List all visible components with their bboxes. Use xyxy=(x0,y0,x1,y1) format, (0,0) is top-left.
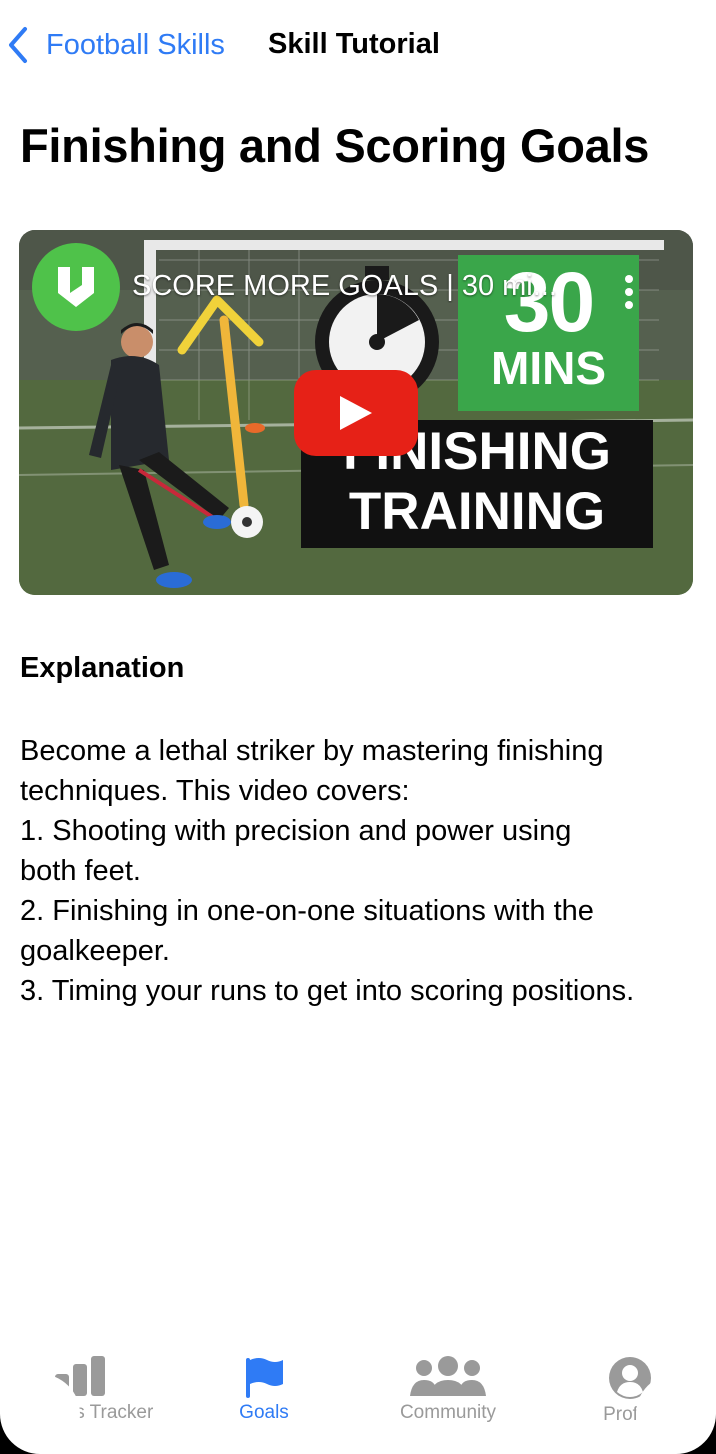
video-player[interactable]: 30 MINS FINISHING TRAINING SCORE MORE GO… xyxy=(19,230,693,595)
tab-goals[interactable]: Goals xyxy=(214,1340,314,1424)
channel-avatar[interactable] xyxy=(32,243,120,331)
more-options-icon[interactable] xyxy=(623,274,635,310)
explanation-heading: Explanation xyxy=(20,652,185,684)
explanation-line: goalkeeper. xyxy=(20,935,170,967)
device-corner-right xyxy=(636,1374,716,1454)
play-button[interactable] xyxy=(294,370,418,456)
explanation-text: Become a lethal striker by mastering fin… xyxy=(20,731,700,1011)
channel-logo-icon xyxy=(58,267,94,307)
page-title: Finishing and Scoring Goals xyxy=(20,119,650,172)
explanation-line: techniques. This video covers: xyxy=(20,775,410,807)
video-title[interactable]: SCORE MORE GOALS | 30 mi... xyxy=(132,270,574,303)
thumbnail-line-2: TRAINING xyxy=(348,482,606,541)
nav-title: Skill Tutorial xyxy=(268,28,440,60)
back-button-label: Football Skills xyxy=(46,28,225,61)
play-icon xyxy=(340,396,372,430)
back-button[interactable]: Football Skills xyxy=(6,26,225,64)
thumbnail-unit: MINS xyxy=(491,342,606,394)
device-corner-left xyxy=(0,1374,80,1454)
explanation-line: 1. Shooting with precision and power usi… xyxy=(20,815,572,847)
explanation-line: Become a lethal striker by mastering fin… xyxy=(20,735,604,767)
people-icon xyxy=(410,1356,486,1396)
explanation-line: 3. Timing your runs to get into scoring … xyxy=(20,975,635,1007)
explanation-line: 2. Finishing in one-on-one situations wi… xyxy=(20,895,594,927)
explanation-line: both feet. xyxy=(20,855,141,887)
tab-label: Community xyxy=(399,1402,497,1423)
flag-icon xyxy=(246,1358,283,1398)
tab-label: Goals xyxy=(239,1402,289,1423)
navigation-bar: Football Skills Skill Tutorial xyxy=(0,20,716,72)
chevron-left-icon xyxy=(9,27,27,63)
tab-community[interactable]: Community xyxy=(388,1340,508,1424)
tab-bar: Progress Tracker Goals Community Profile xyxy=(0,1340,716,1440)
skill-tutorial-screen: Football Skills Skill Tutorial Finishing… xyxy=(0,0,716,1454)
